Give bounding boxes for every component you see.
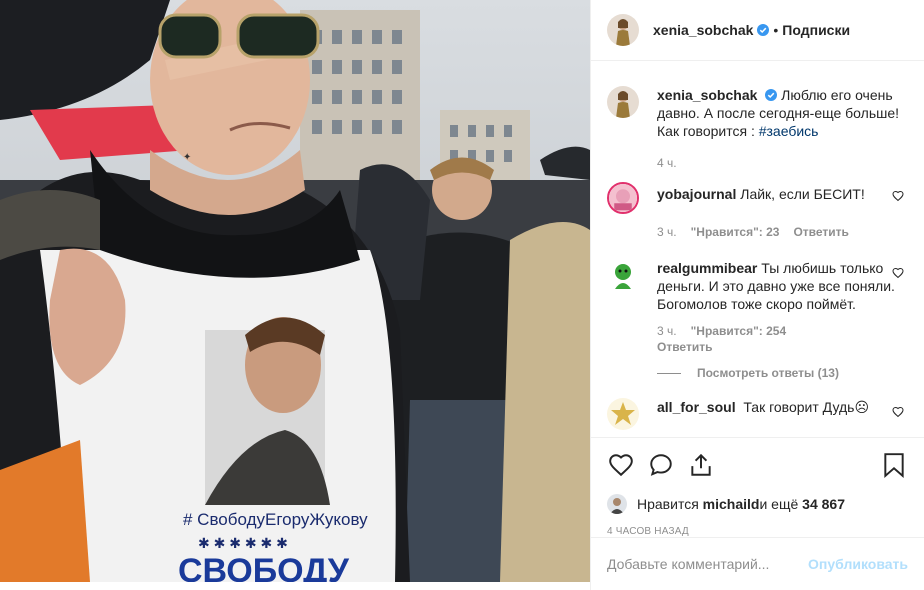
comment-avatar[interactable] <box>607 259 639 291</box>
comment-text-block: all_for_soul Так говорит Дудь☹ <box>657 398 908 430</box>
post-comment-button[interactable]: Опубликовать <box>808 556 908 572</box>
comment-username[interactable]: yobajournal <box>657 186 736 202</box>
comment-text-block: realgummibear Ты любишь только деньги. И… <box>657 259 908 313</box>
shirt-big-text: СВОБОДУ <box>178 552 350 582</box>
photo-illustration: # СвободуЕгоруЖукову ✱ ✱ ✱ ✱ ✱ ✱ СВОБОДУ… <box>0 0 590 582</box>
neck-tattoo: ✦ <box>183 152 191 163</box>
comment-reply-button[interactable]: Ответить <box>657 340 712 354</box>
likes-summary: Нравится michaild и ещё 34 867 <box>607 494 908 514</box>
like-heart-icon[interactable] <box>607 451 635 479</box>
comment-username[interactable]: all_for_soul <box>657 399 736 415</box>
shirt-stars-text: ✱ ✱ ✱ ✱ ✱ ✱ <box>198 535 288 551</box>
view-replies-label[interactable]: Посмотреть ответы (13) <box>697 366 839 380</box>
caption-meta: 4 ч. <box>657 156 908 170</box>
verified-badge-icon <box>757 24 770 36</box>
author-username[interactable]: xenia_sobchak <box>653 22 753 38</box>
bookmark-icon[interactable] <box>880 451 908 479</box>
photo-bottom-strip <box>0 582 590 590</box>
action-icons-row <box>607 450 908 480</box>
post-view: # СвободуЕгоруЖукову ✱ ✱ ✱ ✱ ✱ ✱ СВОБОДУ… <box>0 0 924 590</box>
comment-item: yobajournal Лайк, если БЕСИТ! <box>607 182 908 214</box>
comment-item: all_for_soul Так говорит Дудь☹ <box>607 398 908 430</box>
caption-text-block: xenia_sobchak Люблю его очень давно. А п… <box>657 86 908 140</box>
comment-text: Лайк, если БЕСИТ! <box>740 186 865 202</box>
post-photo[interactable]: # СвободуЕгоруЖукову ✱ ✱ ✱ ✱ ✱ ✱ СВОБОДУ… <box>0 0 590 582</box>
post-actions: Нравится michaild и ещё 34 867 4 ЧАСОВ Н… <box>591 437 924 545</box>
header-separator: • <box>773 22 779 38</box>
add-comment-bar: Опубликовать <box>591 537 924 590</box>
comment-bubble-icon[interactable] <box>647 451 675 479</box>
likes-count[interactable]: 34 867 <box>802 496 845 512</box>
comment-avatar[interactable] <box>607 182 639 214</box>
comment-item: realgummibear Ты любишь только деньги. И… <box>607 259 908 313</box>
comment-time[interactable]: 3 ч. <box>657 324 677 338</box>
comment-likes[interactable]: "Нравится": 254 <box>691 324 787 338</box>
comment-meta: 3 ч. "Нравится": 23 Ответить <box>657 225 908 239</box>
liker-avatar[interactable] <box>607 494 627 514</box>
caption-username[interactable]: xenia_sobchak <box>657 87 757 103</box>
verified-badge-icon <box>765 89 778 101</box>
comment-likes[interactable]: "Нравится": 23 <box>691 225 780 239</box>
comment-text: Так говорит Дудь☹ <box>743 399 870 415</box>
caption-avatar[interactable] <box>607 86 639 118</box>
comment-text-block: yobajournal Лайк, если БЕСИТ! <box>657 182 908 214</box>
comment-avatar[interactable] <box>607 398 639 430</box>
comments-list[interactable]: xenia_sobchak Люблю его очень давно. А п… <box>591 62 924 436</box>
caption-time[interactable]: 4 ч. <box>657 156 677 170</box>
likes-prefix: Нравится <box>637 496 699 512</box>
comment-meta: 3 ч. "Нравится": 254 Ответить <box>657 324 837 354</box>
view-replies-button[interactable]: Посмотреть ответы (13) <box>657 366 908 380</box>
caption: xenia_sobchak Люблю его очень давно. А п… <box>607 86 908 140</box>
comment-time[interactable]: 3 ч. <box>657 225 677 239</box>
replies-divider <box>657 372 681 374</box>
post-header: xenia_sobchak • Подписки <box>591 0 924 61</box>
add-comment-input[interactable] <box>607 556 809 572</box>
shirt-hashtag-text: # СвободуЕгоруЖукову <box>183 510 368 529</box>
likes-middle: и ещё <box>759 496 799 512</box>
caption-hashtag[interactable]: #заебись <box>759 123 819 139</box>
post-sidebar: xenia_sobchak • Подписки xenia_sobchak Л… <box>590 0 924 590</box>
post-timestamp[interactable]: 4 ЧАСОВ НАЗАД <box>607 526 908 537</box>
like-comment-heart-icon[interactable] <box>892 190 904 202</box>
share-icon[interactable] <box>687 451 715 479</box>
comment-reply-button[interactable]: Ответить <box>793 225 848 239</box>
like-comment-heart-icon[interactable] <box>892 267 904 279</box>
liker-username[interactable]: michaild <box>703 496 760 512</box>
like-comment-heart-icon[interactable] <box>892 406 904 418</box>
following-button[interactable]: Подписки <box>782 22 850 38</box>
comment-username[interactable]: realgummibear <box>657 260 757 276</box>
author-avatar[interactable] <box>607 14 639 46</box>
